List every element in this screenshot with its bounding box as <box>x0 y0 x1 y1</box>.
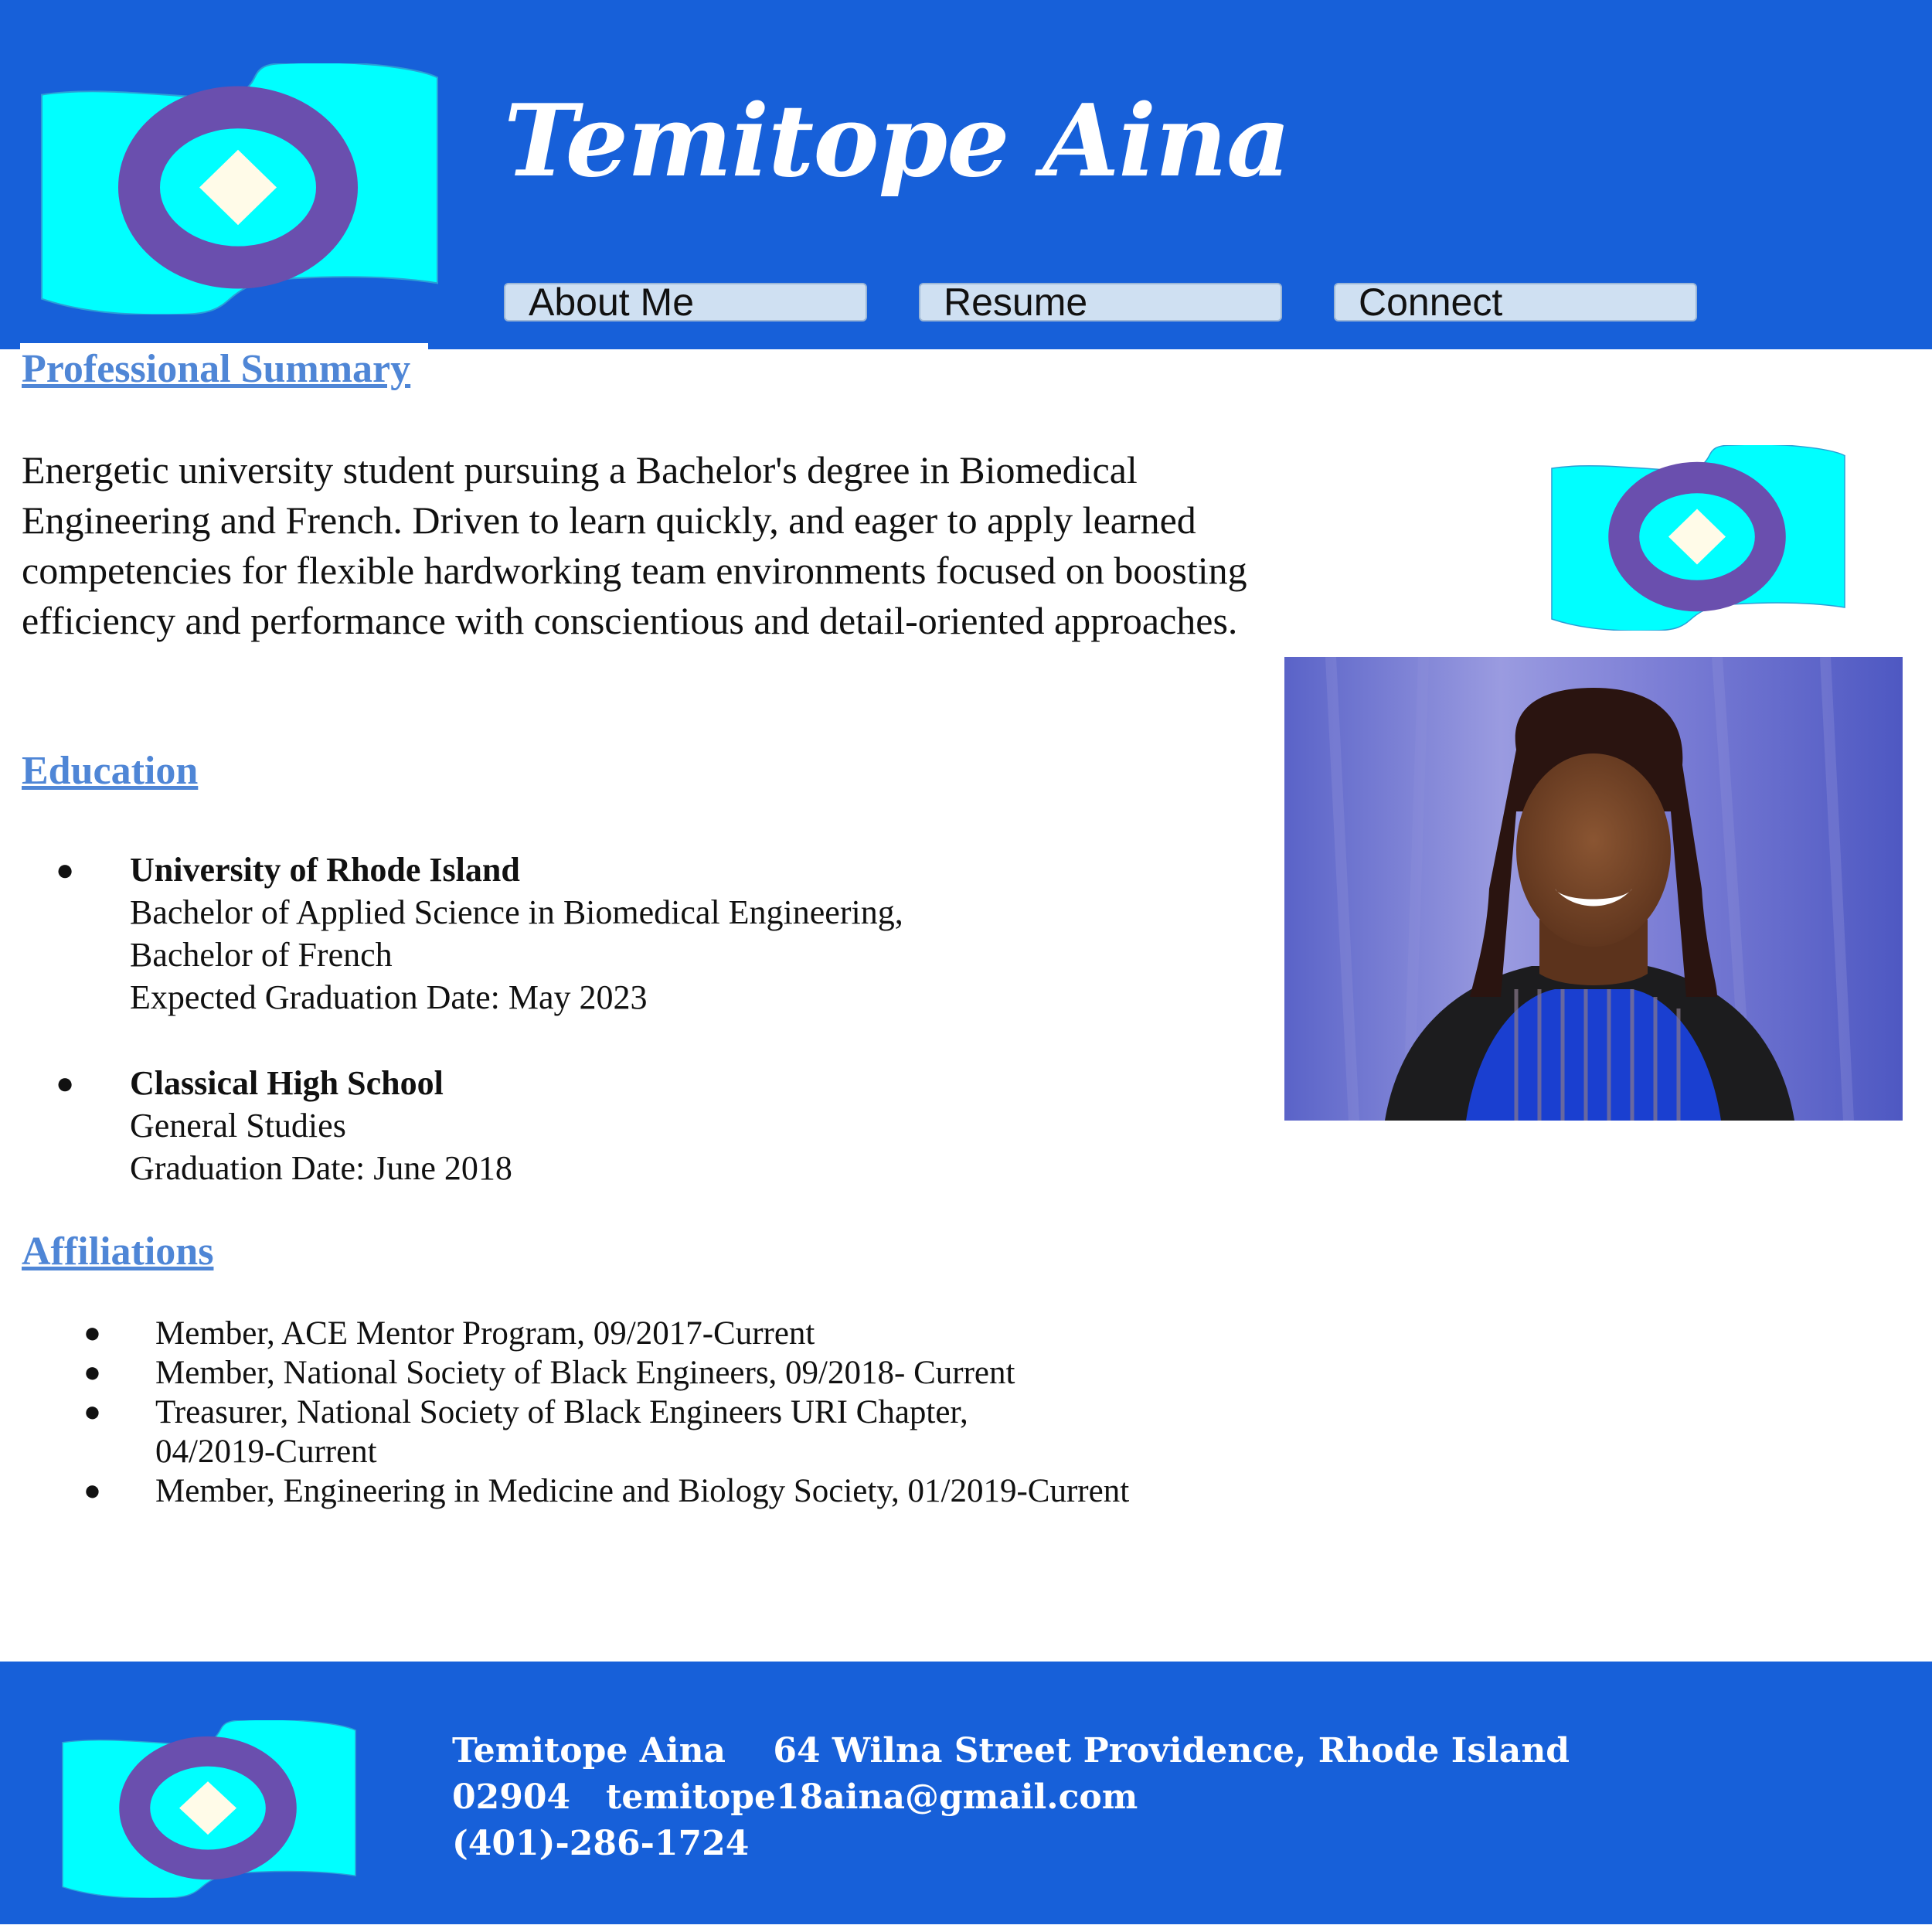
affiliation-text: Treasurer, National Society of Black Eng… <box>155 1394 968 1470</box>
affiliation-item: ● Member, ACE Mentor Program, 09/2017-Cu… <box>22 1314 1297 1353</box>
education-heading-link[interactable]: Education <box>22 748 198 794</box>
bullet-icon: ● <box>83 1356 101 1389</box>
nav-connect-button[interactable]: Connect <box>1334 283 1697 321</box>
footer-contact: Temitope Aina 64 Wilna Street Providence… <box>452 1728 1611 1867</box>
nav-resume-button[interactable]: Resume <box>919 283 1282 321</box>
degree-line: Bachelor of French <box>130 936 393 974</box>
summary-text: Energetic university student pursuing a … <box>22 448 1247 642</box>
graduation-date: Expected Graduation Date: May 2023 <box>130 978 648 1016</box>
affiliation-item: ● Member, National Society of Black Engi… <box>22 1353 1297 1393</box>
bullet-icon: ● <box>83 1317 101 1349</box>
school-name: University of Rhode Island <box>130 851 520 889</box>
bullet-icon: ● <box>56 852 75 887</box>
education-item: ● Classical High School General Studies … <box>22 1062 1258 1189</box>
flag-logo-icon <box>1549 445 1847 631</box>
bullet-icon: ● <box>83 1475 101 1507</box>
school-name: Classical High School <box>130 1064 444 1102</box>
education-item: ● University of Rhode Island Bachelor of… <box>22 849 1258 1019</box>
footer-zip-email[interactable]: 02904 temitope18aina@gmail.com <box>452 1774 1611 1821</box>
affiliation-item: ● Member, Engineering in Medicine and Bi… <box>22 1471 1297 1511</box>
flag-logo-icon[interactable] <box>39 63 440 315</box>
affiliation-item: ● Treasurer, National Society of Black E… <box>22 1393 1067 1471</box>
summary-heading-link[interactable]: Professional Summary <box>22 346 410 392</box>
education-list: ● University of Rhode Island Bachelor of… <box>22 849 1258 1189</box>
profile-photo <box>1284 657 1903 1121</box>
affiliations-list: ● Member, ACE Mentor Program, 09/2017-Cu… <box>22 1314 1297 1511</box>
graduation-date: Graduation Date: June 2018 <box>130 1149 512 1187</box>
nav-about-me-button[interactable]: About Me <box>504 283 867 321</box>
affiliation-text: Member, National Society of Black Engine… <box>155 1355 1015 1391</box>
site-title: Temitope Aina <box>504 83 1291 199</box>
affiliation-text: Member, ACE Mentor Program, 09/2017-Curr… <box>155 1315 815 1352</box>
affiliation-text: Member, Engineering in Medicine and Biol… <box>155 1473 1130 1509</box>
site-header: Temitope Aina About Me Resume Connect <box>0 0 1932 349</box>
footer-name-address: Temitope Aina 64 Wilna Street Providence… <box>452 1731 1570 1770</box>
bullet-icon: ● <box>83 1396 101 1428</box>
flag-logo-icon <box>60 1720 358 1898</box>
footer-phone[interactable]: (401)-286-1724 <box>452 1821 1611 1867</box>
bullet-icon: ● <box>56 1066 75 1100</box>
affiliations-heading-link[interactable]: Affiliations <box>22 1229 213 1274</box>
degree-line: Bachelor of Applied Science in Biomedica… <box>130 893 903 931</box>
degree-line: General Studies <box>130 1107 346 1145</box>
